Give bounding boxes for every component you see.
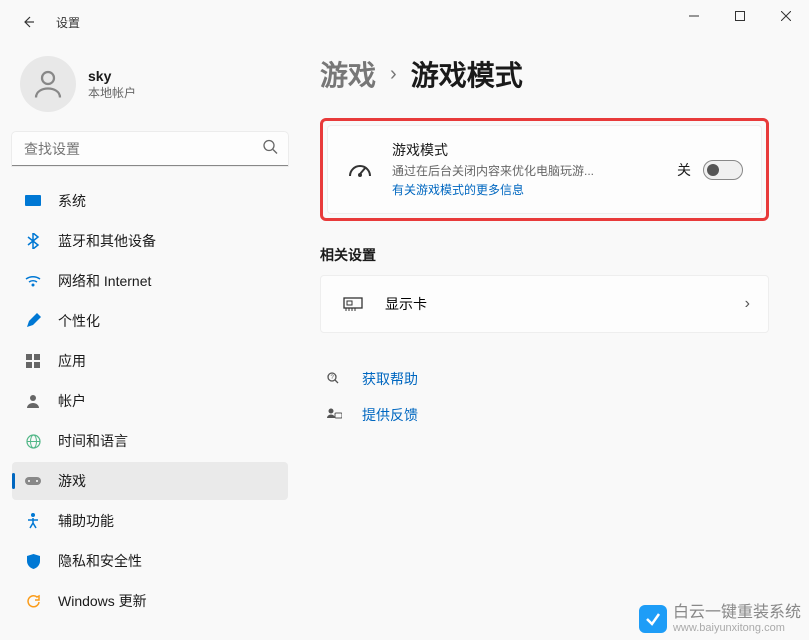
highlight-annotation: 游戏模式 通过在后台关闭内容来优化电脑玩游... 有关游戏模式的更多信息 关 — [320, 118, 769, 221]
close-button[interactable] — [763, 0, 809, 32]
nav-system[interactable]: 系统 — [12, 182, 288, 220]
nav-personalize[interactable]: 个性化 — [12, 302, 288, 340]
nav-list: 系统 蓝牙和其他设备 网络和 Internet 个性化 应用 帐户 时间和语言 … — [12, 182, 288, 620]
avatar — [20, 56, 76, 112]
search-input[interactable] — [12, 132, 288, 166]
feedback-label: 提供反馈 — [362, 405, 418, 425]
user-name: sky — [88, 68, 136, 84]
apps-icon — [24, 352, 42, 370]
globe-icon — [24, 432, 42, 450]
breadcrumb: 游戏 › 游戏模式 — [320, 54, 769, 94]
chevron-right-icon: › — [745, 295, 750, 313]
feedback-link[interactable]: 提供反馈 — [320, 397, 769, 433]
nav-accessibility[interactable]: 辅助功能 — [12, 502, 288, 540]
search-icon — [262, 139, 278, 160]
content: 游戏 › 游戏模式 游戏模式 通过在后台关闭内容来优化电脑玩游... 有关游戏模… — [300, 44, 809, 640]
person-icon — [30, 66, 66, 102]
minimize-button[interactable] — [671, 0, 717, 32]
related-heading: 相关设置 — [320, 245, 769, 265]
help-icon: ? — [324, 371, 344, 387]
nav-label: 游戏 — [58, 471, 86, 491]
nav-apps[interactable]: 应用 — [12, 342, 288, 380]
accessibility-icon — [24, 512, 42, 530]
gpu-icon — [339, 296, 367, 312]
nav-label: 蓝牙和其他设备 — [58, 231, 156, 251]
get-help-link[interactable]: ? 获取帮助 — [320, 361, 769, 397]
titlebar: 设置 — [0, 0, 809, 44]
nav-time[interactable]: 时间和语言 — [12, 422, 288, 460]
watermark-url: www.baiyunxitong.com — [673, 622, 801, 634]
nav-gaming[interactable]: 游戏 — [12, 462, 288, 500]
feedback-icon — [324, 408, 344, 422]
gamepad-icon — [24, 472, 42, 490]
nav-label: 个性化 — [58, 311, 100, 331]
sidebar: sky 本地帐户 系统 蓝牙和其他设备 网络和 Internet 个性化 应用 … — [0, 44, 300, 640]
app-title: 设置 — [56, 14, 80, 31]
gamemode-desc: 通过在后台关闭内容来优化电脑玩游... — [392, 162, 659, 179]
toggle-state: 关 — [677, 160, 691, 180]
nav-label: 隐私和安全性 — [58, 551, 142, 571]
shield-icon — [24, 552, 42, 570]
nav-label: 时间和语言 — [58, 431, 128, 451]
help-label: 获取帮助 — [362, 369, 418, 389]
chevron-right-icon: › — [390, 63, 397, 86]
watermark: 白云一键重装系统 www.baiyunxitong.com — [639, 604, 801, 634]
brush-icon — [24, 312, 42, 330]
gamemode-card: 游戏模式 通过在后台关闭内容来优化电脑玩游... 有关游戏模式的更多信息 关 — [327, 125, 762, 214]
user-section[interactable]: sky 本地帐户 — [12, 44, 288, 132]
nav-label: 辅助功能 — [58, 511, 114, 531]
nav-bluetooth[interactable]: 蓝牙和其他设备 — [12, 222, 288, 260]
search-box — [12, 132, 288, 166]
maximize-button[interactable] — [717, 0, 763, 32]
gamemode-title: 游戏模式 — [392, 140, 659, 160]
user-type: 本地帐户 — [88, 84, 136, 101]
watermark-logo — [639, 605, 667, 633]
nav-label: 应用 — [58, 351, 86, 371]
back-button[interactable] — [8, 2, 48, 42]
gamemode-toggle[interactable] — [703, 160, 743, 180]
speedometer-icon — [346, 160, 374, 180]
watermark-text: 白云一键重装系统 — [673, 604, 801, 622]
nav-label: 系统 — [58, 191, 86, 211]
arrow-left-icon — [20, 14, 36, 30]
update-icon — [24, 592, 42, 610]
nav-label: Windows 更新 — [58, 591, 147, 611]
nav-label: 帐户 — [58, 391, 86, 411]
account-icon — [24, 392, 42, 410]
toggle-knob — [707, 164, 719, 176]
display-card[interactable]: 显示卡 › — [320, 275, 769, 333]
nav-accounts[interactable]: 帐户 — [12, 382, 288, 420]
nav-network[interactable]: 网络和 Internet — [12, 262, 288, 300]
nav-label: 网络和 Internet — [58, 271, 151, 291]
bluetooth-icon — [24, 232, 42, 250]
system-icon — [24, 192, 42, 210]
page-title: 游戏模式 — [411, 54, 523, 94]
display-label: 显示卡 — [385, 294, 727, 314]
breadcrumb-parent[interactable]: 游戏 — [320, 54, 376, 94]
nav-privacy[interactable]: 隐私和安全性 — [12, 542, 288, 580]
nav-update[interactable]: Windows 更新 — [12, 582, 288, 620]
window-controls — [671, 0, 809, 32]
wifi-icon — [24, 272, 42, 290]
gamemode-link[interactable]: 有关游戏模式的更多信息 — [392, 183, 524, 197]
